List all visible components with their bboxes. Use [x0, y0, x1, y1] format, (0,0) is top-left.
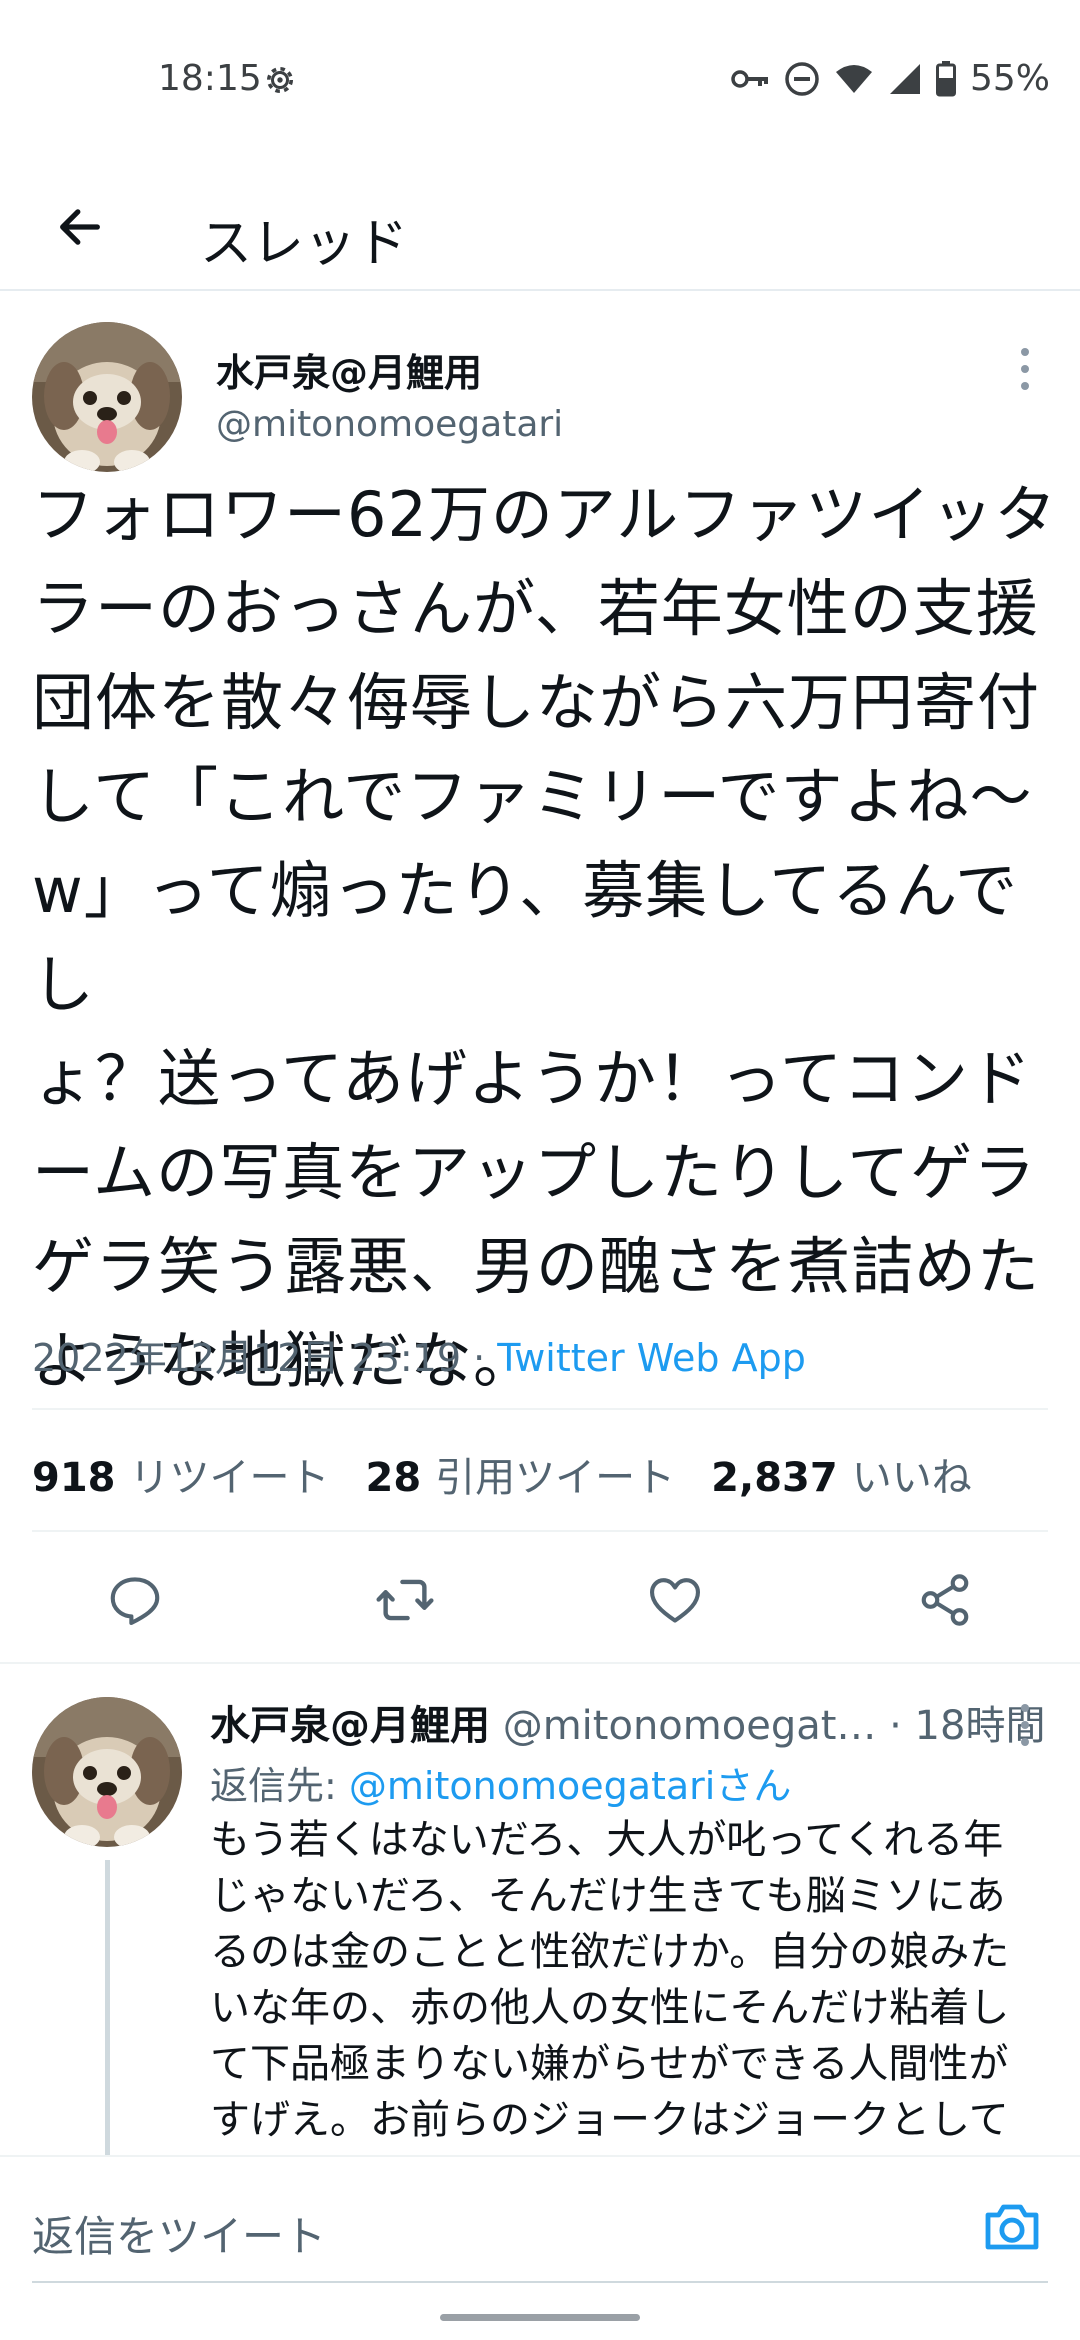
reply-to: 返信先: @mitonomoegatariさん [210, 1755, 791, 1810]
quote-count: 28 [365, 1455, 422, 1501]
tweet-actions [0, 1540, 1080, 1655]
tweet-text-line: ラーのおっさんが、若年女性の支援 [32, 572, 1039, 645]
reply-button[interactable] [100, 1565, 170, 1635]
do-not-disturb-icon [785, 61, 819, 96]
app-bar: スレッド [0, 165, 1080, 291]
tweet-text-line: ームの写真をアップしたりしてゲラ [32, 1136, 1037, 1209]
wifi-icon [835, 64, 872, 93]
camera-icon[interactable] [980, 2195, 1044, 2259]
status-bar: 18:15 55% [0, 0, 1080, 165]
reply-text-line: るのは金のことと性欲だけか。自分の娘みた [210, 1929, 1010, 1975]
more-options-icon[interactable] [1010, 1702, 1040, 1748]
quotes-stat[interactable]: 28 引用ツイート [366, 1445, 676, 1503]
share-icon [921, 1574, 969, 1626]
author-avatar[interactable] [32, 322, 182, 472]
tweet-stats: 918 リツイート 28 引用ツイート 2,837 いいね [32, 1445, 1008, 1503]
retweet-count: 918 [32, 1455, 116, 1501]
like-icon [649, 1578, 701, 1623]
reply-handle-time: @mitonomoegat… · 18時間 [490, 1703, 1046, 1749]
reply-text: もう若くはないだろ、大人が叱ってくれる年 じゃないだろ、そんだけ生きても脳ミソに… [210, 1812, 1040, 2157]
retweet-icon [376, 1579, 434, 1621]
divider [0, 1662, 1080, 1664]
back-button[interactable] [40, 187, 120, 267]
dog-avatar-image [32, 1697, 182, 1847]
vpn-key-icon [731, 69, 768, 88]
reply-input[interactable]: 返信をツイート [32, 2203, 326, 2264]
retweet-button[interactable] [370, 1565, 440, 1635]
tweet-text-line: 団体を散々侮辱しながら六万円寄付 [32, 666, 1041, 739]
like-count: 2,837 [711, 1455, 838, 1501]
reply-icon [110, 1577, 160, 1626]
tweet-timestamp: 2022年12月12日 23:19 [32, 1336, 462, 1380]
reply-to-prefix: 返信先: [210, 1764, 349, 1808]
settings-gear-icon [266, 66, 294, 94]
tweet-text-line: フォロワー62万のアルファツイッタ [32, 478, 1058, 551]
share-button[interactable] [910, 1565, 980, 1635]
status-time: 18:15 [158, 58, 262, 99]
input-underline [32, 2281, 1048, 2283]
home-indicator[interactable] [440, 2314, 640, 2321]
page-title: スレッド [200, 214, 409, 274]
tweet-text: フォロワー62万のアルファツイッタ ラーのおっさんが、若年女性の支援 団体を散々… [32, 468, 1062, 1408]
like-label: いいね [851, 1455, 972, 1501]
reply-text-line: じゃないだろ、そんだけ生きても脳ミソにあ [210, 1873, 1006, 1919]
arrow-left-icon [60, 209, 100, 245]
author-handle[interactable]: @mitonomoegatari [216, 404, 563, 445]
reply-header: 水戸泉@月鯉用 @mitonomoegat… · 18時間 [210, 1693, 1045, 1751]
tweet-text-line: w」って煽ったり、募集してるんでし [32, 854, 1019, 1021]
reply-to-mention[interactable]: @mitonomoegatariさん [349, 1764, 791, 1808]
reply-author-avatar[interactable] [32, 1697, 182, 1847]
reply-text-line: いな年の、赤の他人の女性にそんだけ粘着し [210, 1985, 1010, 2031]
reply-compose-bar: 返信をツイート [0, 2155, 1080, 2287]
more-options-icon[interactable] [1010, 346, 1040, 392]
reply-author-name[interactable]: 水戸泉@月鯉用 [210, 1703, 490, 1749]
quote-label: 引用ツイート [435, 1455, 676, 1501]
tweet-meta: 2022年12月12日 23:19 · Twitter Web App [32, 1327, 806, 1382]
tweet-text-line: ょ？送ってあげようか！ってコンド [32, 1042, 1032, 1115]
battery-icon [935, 60, 956, 96]
divider [32, 1408, 1048, 1410]
tweet-text-line: して「これでファミリーですよね〜 [32, 760, 1033, 833]
thread-line [105, 1860, 110, 2160]
author-name[interactable]: 水戸泉@月鯉用 [216, 342, 482, 397]
likes-stat[interactable]: 2,837 いいね [711, 1445, 972, 1503]
divider [32, 1530, 1048, 1532]
reply-text-line: すげえ。お前らのジョークはジョークとして [210, 2097, 1009, 2143]
like-button[interactable] [640, 1565, 710, 1635]
meta-separator: · [461, 1336, 498, 1380]
battery-percentage: 55% [969, 58, 1050, 99]
dog-avatar-image [32, 322, 182, 472]
signal-icon [889, 63, 920, 94]
tweet-client-link[interactable]: Twitter Web App [497, 1336, 806, 1380]
retweet-label: リツイート [129, 1455, 330, 1501]
reply-text-line: て下品極まりない嫌がらせができる人間性が [210, 2041, 1009, 2087]
retweets-stat[interactable]: 918 リツイート [32, 1445, 330, 1503]
reply-text-line: もう若くはないだろ、大人が叱ってくれる年 [210, 1817, 1004, 1863]
tweet-text-line: ゲラ笑う露悪、男の醜さを煮詰めた [32, 1230, 1041, 1303]
